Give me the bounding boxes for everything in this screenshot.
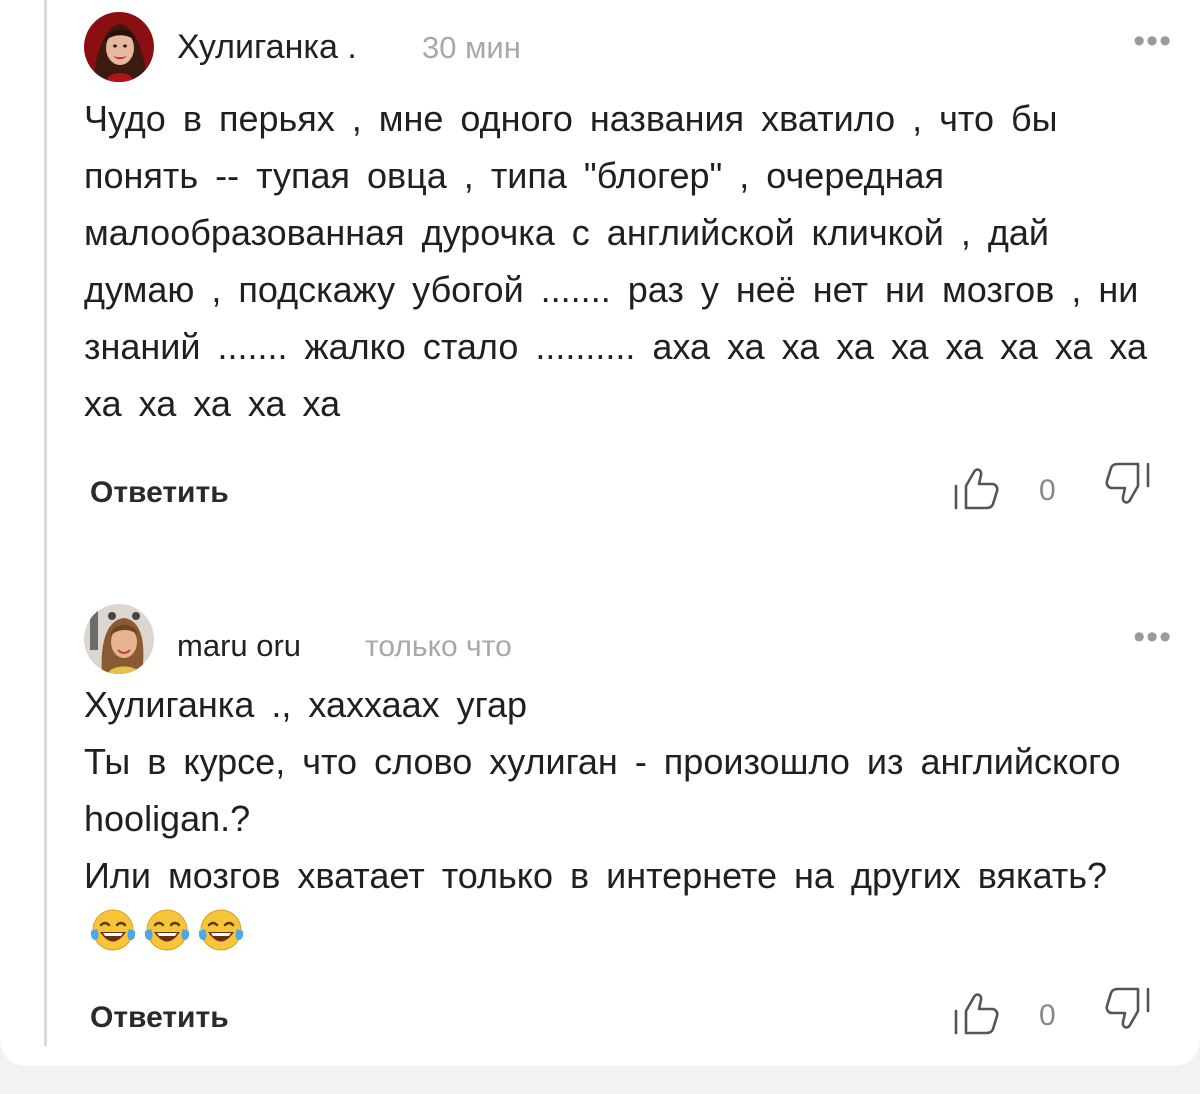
comment-actions: Ответить 0	[84, 462, 1164, 526]
comment-time: только что	[365, 630, 512, 663]
tears-of-joy-icon	[144, 909, 190, 951]
thumbs-up-icon[interactable]	[952, 464, 1004, 514]
comment: maru oru только что ••• Хулиганка ., хах…	[84, 598, 1171, 1051]
woman-selfie-icon	[84, 604, 154, 674]
comments-panel: Хулиганка . 30 мин ••• Чудо в перьях , м…	[0, 0, 1200, 1066]
comment-header: maru oru только что •••	[84, 598, 1171, 678]
thumbs-up-icon[interactable]	[952, 989, 1004, 1039]
emoji-group	[84, 909, 246, 953]
comment-text-body: Хулиганка ., хаххаах угар Ты в курсе, чт…	[84, 684, 1121, 896]
comment-text: Чудо в перьях , мне одного названия хват…	[84, 98, 1147, 424]
avatar[interactable]	[84, 12, 154, 82]
more-options-icon[interactable]: •••	[1133, 22, 1172, 61]
comment: Хулиганка . 30 мин ••• Чудо в перьях , м…	[84, 6, 1171, 526]
comment-text: Хулиганка ., хаххаах угар Ты в курсе, чт…	[84, 676, 1144, 961]
author-name[interactable]: maru oru	[177, 628, 301, 664]
thread-line	[44, 0, 47, 1046]
thumbs-down-icon[interactable]	[1100, 456, 1154, 510]
like-count: 0	[1039, 999, 1056, 1032]
comment-actions: Ответить 0	[84, 987, 1164, 1051]
woman-portrait-icon	[84, 12, 154, 82]
reply-button[interactable]: Ответить	[90, 476, 229, 510]
reply-button[interactable]: Ответить	[90, 1001, 229, 1035]
comment-header: Хулиганка . 30 мин •••	[84, 6, 1171, 86]
comment-time: 30 мин	[422, 30, 521, 65]
tears-of-joy-icon	[90, 909, 136, 951]
more-options-icon[interactable]: •••	[1133, 618, 1172, 657]
like-count: 0	[1039, 474, 1056, 507]
author-name[interactable]: Хулиганка .	[177, 28, 357, 67]
tears-of-joy-icon	[198, 909, 244, 951]
thumbs-down-icon[interactable]	[1100, 981, 1154, 1035]
avatar[interactable]	[84, 604, 154, 674]
